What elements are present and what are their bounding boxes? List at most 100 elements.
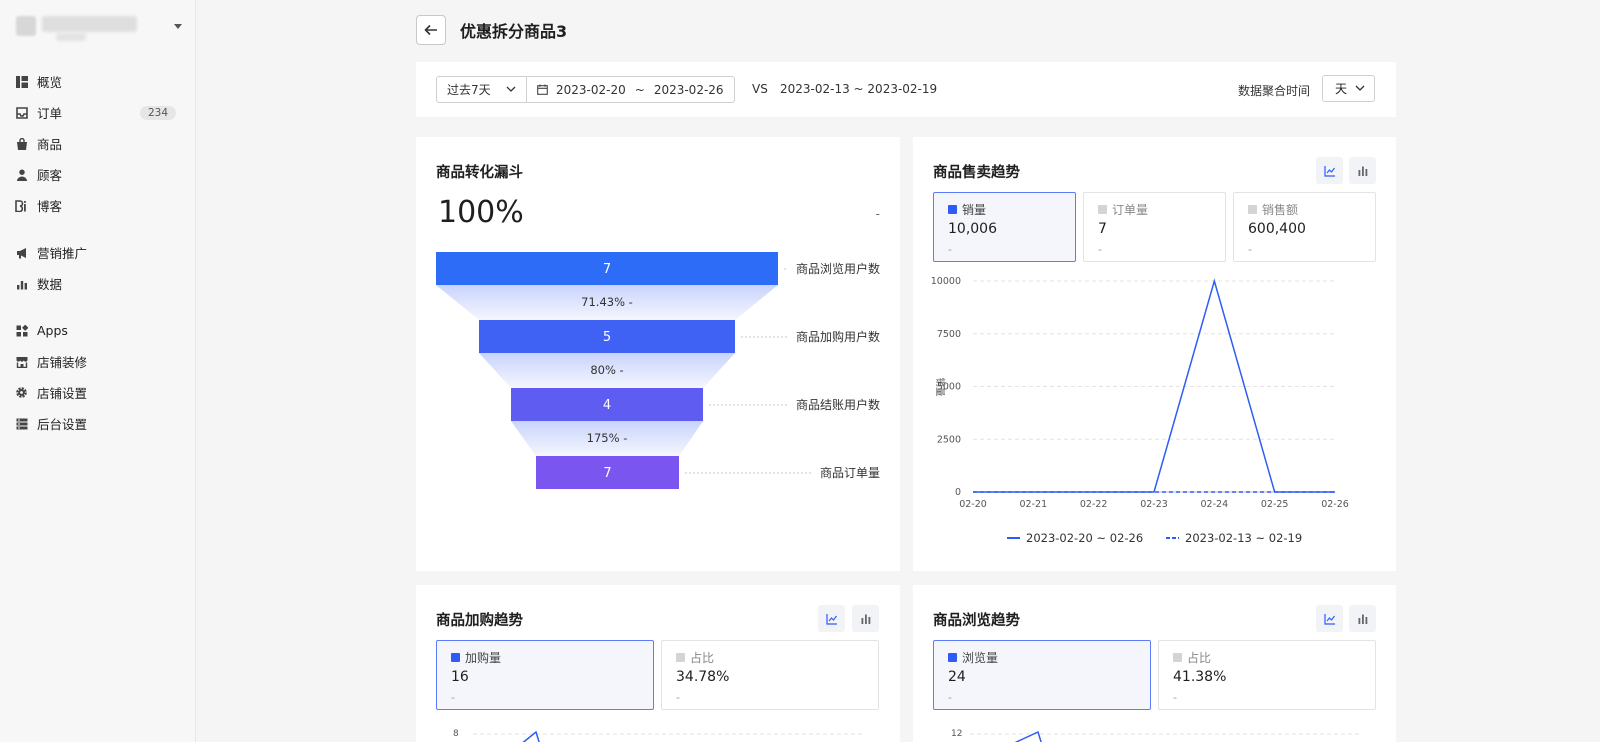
range-select[interactable]: 过去7天 (436, 76, 527, 103)
bar-chart-icon (1358, 166, 1367, 176)
store-sub-blurred (56, 33, 86, 41)
line-chart-icon (825, 613, 837, 625)
sidebar-nav: 概览 订单 234 商品 顾客 博客 营销推广 数据 Apps 店铺装修 店铺设… (0, 66, 196, 439)
chevron-down-icon (506, 86, 516, 92)
sidebar-item-customers[interactable]: 顾客 (0, 159, 196, 190)
x-tick-label: 02-20 (959, 499, 987, 510)
megaphone-icon (15, 246, 28, 259)
date-separator: ~ (634, 82, 645, 97)
sidebar: 概览 订单 234 商品 顾客 博客 营销推广 数据 Apps 店铺装修 店铺设… (0, 0, 196, 742)
sidebar-item-apps[interactable]: Apps (0, 315, 196, 346)
date-range-picker[interactable]: 2023-02-20 ~ 2023-02-26 (526, 76, 735, 103)
sidebar-item-marketing[interactable]: 营销推广 (0, 237, 196, 268)
line-chart-toggle[interactable] (1316, 157, 1343, 184)
metric-color-swatch (1248, 205, 1257, 214)
metric-view-count[interactable]: 浏览量 24 - (933, 640, 1151, 710)
metric-label: 销量 (948, 201, 986, 218)
y-axis-label: 销量 (934, 377, 946, 397)
range-select-value: 过去7天 (447, 83, 491, 97)
views-chart-partial (970, 730, 1361, 742)
line-chart-toggle[interactable] (818, 605, 845, 632)
metric-color-swatch (1173, 653, 1182, 662)
bag-icon (15, 137, 28, 150)
sidebar-item-label: 数据 (37, 277, 63, 292)
funnel-stage-label: 商品浏览用户数 (796, 261, 880, 276)
metric-value: 41.38% (1173, 669, 1227, 685)
overall-conversion: 100% (438, 195, 524, 230)
arrow-left-icon (424, 24, 437, 36)
line-chart-icon (1323, 165, 1335, 177)
sidebar-item-blog[interactable]: 博客 (0, 190, 196, 221)
compare-range: 2023-02-13 ~ 2023-02-19 (780, 82, 938, 96)
page-title: 优惠拆分商品3 (460, 22, 568, 41)
bar-chart-toggle[interactable] (1349, 605, 1376, 632)
metric-view-ratio[interactable]: 占比 41.38% - (1158, 640, 1376, 710)
x-tick-label: 02-26 (1321, 499, 1349, 510)
sidebar-item-orders[interactable]: 订单 234 (0, 97, 196, 128)
metric-label-text: 销量 (962, 203, 987, 217)
date-end: 2023-02-26 (653, 82, 724, 97)
metric-label: 订单量 (1098, 201, 1148, 218)
metric-color-swatch (948, 205, 957, 214)
y-tick-label: 2500 (937, 434, 961, 445)
bar-chart-icon (15, 277, 28, 290)
sidebar-item-label: 博客 (37, 199, 63, 214)
sidebar-item-data[interactable]: 数据 (0, 268, 196, 299)
caret-down-icon[interactable] (174, 24, 182, 29)
line-chart-icon (1323, 613, 1335, 625)
metric-cart-count[interactable]: 加购量 16 - (436, 640, 654, 710)
store-switcher[interactable] (16, 16, 186, 42)
metric-label: 占比 (1173, 649, 1211, 666)
store-icon (15, 355, 28, 368)
apps-icon (15, 324, 28, 337)
sidebar-item-label: 商品 (37, 137, 63, 152)
metric-value: 600,400 (1248, 221, 1306, 237)
aggregation-select[interactable]: 天 (1322, 75, 1375, 102)
legend-label: 2023-02-20 ~ 02-26 (1026, 531, 1143, 545)
cart-card-title: 商品加购趋势 (436, 613, 523, 629)
bar-chart-toggle[interactable] (852, 605, 879, 632)
metric-label-text: 占比 (690, 651, 715, 665)
store-logo (16, 16, 36, 36)
sidebar-item-products[interactable]: 商品 (0, 128, 196, 159)
metric-sales-amount[interactable]: 销售额 600,400 - (1233, 192, 1376, 262)
metric-change: - (451, 691, 455, 704)
metric-sales-volume[interactable]: 销量 10,006 - (933, 192, 1076, 262)
back-button[interactable] (416, 15, 446, 45)
metric-value: 7 (1098, 221, 1107, 237)
metric-label-text: 占比 (1187, 651, 1212, 665)
gear-icon (15, 386, 28, 399)
server-icon (15, 417, 28, 430)
funnel-rate-label: 71.43% - (581, 295, 633, 309)
line-chart-toggle[interactable] (1316, 605, 1343, 632)
metric-change: - (1173, 691, 1177, 704)
metric-label-text: 浏览量 (962, 651, 999, 665)
x-tick-label: 02-22 (1080, 499, 1108, 510)
overview-icon (15, 75, 28, 88)
sales-line-chart: 10000750050002500002-20 02-21 02-22 02-23 02… (931, 276, 1349, 545)
sidebar-item-label: 店铺装修 (37, 355, 88, 370)
sidebar-item-store-design[interactable]: 店铺装修 (0, 346, 196, 377)
metric-order-count[interactable]: 订单量 7 - (1083, 192, 1226, 262)
sidebar-item-store-settings[interactable]: 店铺设置 (0, 377, 196, 408)
metric-label: 浏览量 (948, 649, 998, 666)
bar-chart-icon (1358, 614, 1367, 624)
y-tick-label: 10000 (931, 276, 961, 287)
sidebar-item-label: 概览 (37, 75, 63, 90)
x-tick-label: 02-23 (1140, 499, 1168, 510)
legend-label: 2023-02-13 ~ 02-19 (1185, 531, 1302, 545)
sidebar-item-admin-settings[interactable]: 后台设置 (0, 408, 196, 439)
metric-cart-ratio[interactable]: 占比 34.78% - (661, 640, 879, 710)
aggregation-label: 数据聚合时间 (1238, 84, 1311, 98)
bar-chart-toggle[interactable] (1349, 157, 1376, 184)
metric-color-swatch (1098, 205, 1107, 214)
metric-label: 占比 (676, 649, 714, 666)
sidebar-item-label: Apps (37, 323, 68, 338)
sidebar-item-label: 后台设置 (37, 417, 88, 432)
orders-count-badge: 234 (139, 105, 176, 120)
metric-color-swatch (451, 653, 460, 662)
sidebar-item-overview[interactable]: 概览 (0, 66, 196, 97)
funnel-bar-value: 4 (603, 398, 611, 413)
person-icon (15, 168, 28, 181)
funnel-chart: 71.43% - 80% - 175% - 7 商品浏览用户数 5 商品加购用户数 4 商品结账… (436, 252, 880, 489)
